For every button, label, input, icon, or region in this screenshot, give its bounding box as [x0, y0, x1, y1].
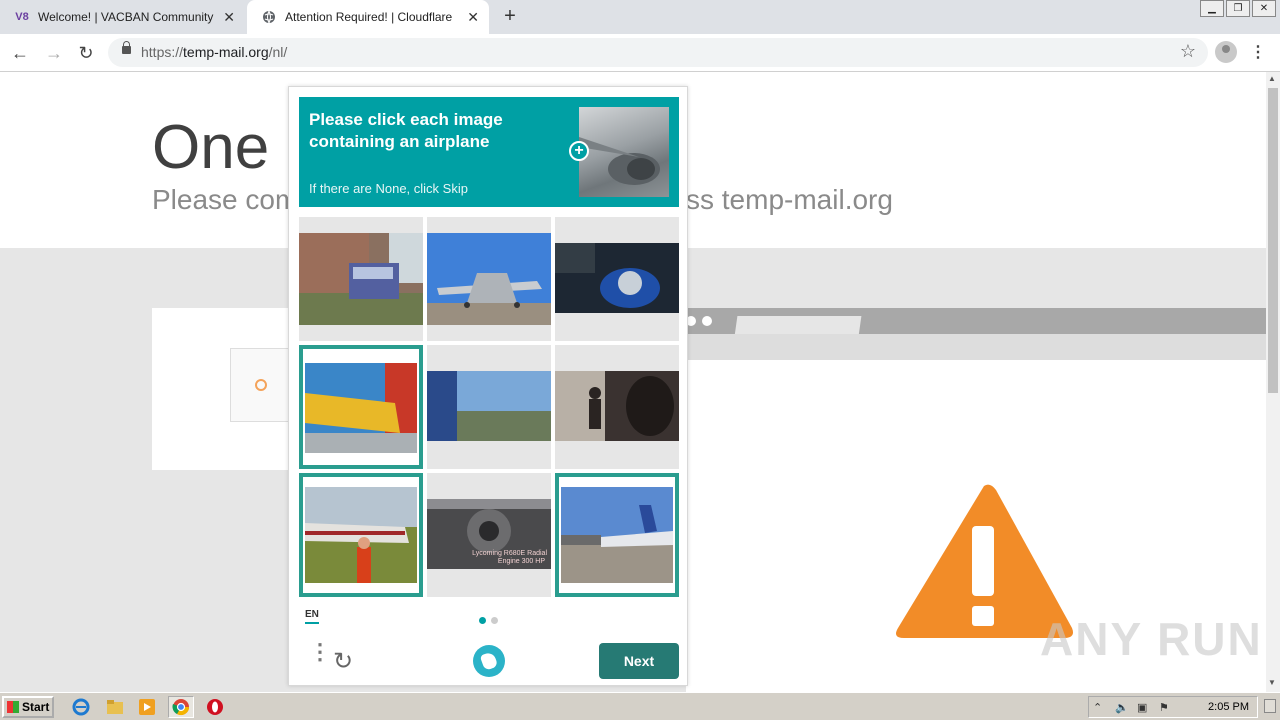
challenge-tile-8[interactable]: Lycoming R680E Radial Engine 300 HP [427, 473, 551, 597]
new-tab-button[interactable]: + [498, 4, 522, 28]
next-button[interactable]: Next [599, 643, 679, 679]
anyrun-watermark: ANY RUN [1040, 613, 1263, 665]
tab-title: Attention Required! | Cloudflare [285, 10, 453, 24]
minimize-button[interactable]: ▁ [1200, 0, 1224, 17]
engine-image: Lycoming R680E Radial Engine 300 HP [427, 499, 551, 569]
close-tab-icon[interactable]: ✕ [467, 9, 479, 26]
lock-icon [122, 41, 131, 54]
ie-icon[interactable] [72, 698, 90, 716]
engine-caption: Lycoming R680E Radial [472, 550, 547, 557]
chrome-icon [172, 699, 190, 716]
illustration-browser-toolbar [686, 334, 1266, 362]
challenge-tile-4[interactable] [299, 345, 423, 469]
page-subtitle-left: Please com [152, 184, 299, 215]
globe-icon [261, 9, 277, 25]
challenge-prompt: Please click each image containing an ai… [309, 110, 503, 151]
show-desktop-button[interactable] [1264, 699, 1276, 713]
browser-menu-icon[interactable]: ⋮ [1250, 42, 1266, 62]
profile-avatar[interactable] [1215, 41, 1237, 63]
page-subtitle-right: ss temp-mail.org [686, 184, 893, 215]
folder-icon[interactable] [106, 698, 124, 716]
forward-button[interactable]: → [42, 41, 66, 65]
window-dot [702, 316, 712, 326]
challenge-hint: If there are None, click Skip [309, 181, 468, 196]
bookmark-star-icon[interactable]: ☆ [1180, 41, 1196, 62]
challenge-prompt-header: Please click each image containing an ai… [299, 97, 679, 207]
start-button[interactable]: Start [2, 696, 54, 718]
clock[interactable]: 2:05 PM [1208, 701, 1249, 713]
windows-taskbar: Start ⌃ 🔈 ▣ ⚑ 2:05 PM [0, 692, 1280, 720]
tab-title: Welcome! | VACBAN Community [38, 10, 214, 24]
challenge-tile-2[interactable] [427, 217, 551, 341]
restore-button[interactable]: ❐ [1226, 0, 1250, 17]
close-tab-icon[interactable]: ✕ [223, 9, 235, 26]
page-indicator-active [479, 617, 486, 624]
page-heading: One r [152, 113, 308, 182]
illustration-browser-tab [734, 316, 862, 336]
language-selector[interactable]: EN [305, 609, 319, 624]
challenge-tile-7[interactable] [299, 473, 423, 597]
challenge-tile-6[interactable] [555, 345, 679, 469]
window-controls: ▁ ❐ ✕ [1200, 0, 1276, 17]
person-image [555, 371, 679, 441]
challenge-tile-1[interactable] [299, 217, 423, 341]
engine-caption: Engine 300 HP [498, 558, 545, 565]
scroll-thumb[interactable] [1268, 88, 1278, 393]
tab-strip: V8 Welcome! | VACBAN Community ✕ Attenti… [0, 0, 1280, 34]
address-bar[interactable]: https://temp-mail.org/nl/ ☆ [108, 38, 1208, 67]
tab-vacban[interactable]: V8 Welcome! | VACBAN Community ✕ [0, 0, 245, 34]
scroll-down-icon[interactable]: ▼ [1268, 678, 1276, 687]
volume-icon[interactable]: 🔈 [1115, 701, 1129, 714]
captcha-menu-icon[interactable]: ⋮ [309, 641, 331, 663]
tab-cloudflare[interactable]: Attention Required! | Cloudflare ✕ [247, 0, 489, 34]
hcaptcha-checkbox[interactable] [230, 348, 290, 422]
network-icon[interactable]: ▣ [1137, 701, 1151, 714]
challenge-tile-3[interactable] [555, 217, 679, 341]
media-player-icon[interactable] [138, 698, 156, 716]
example-image [579, 107, 669, 197]
scroll-up-icon[interactable]: ▲ [1268, 74, 1276, 83]
bus-image [299, 233, 423, 325]
loading-spinner-icon [255, 379, 267, 391]
airplane-image [427, 233, 551, 325]
chrome-taskbar-button[interactable] [168, 696, 194, 718]
airplane-image [305, 487, 417, 583]
refresh-challenge-icon[interactable]: ↻ [333, 647, 353, 676]
hcaptcha-logo-icon [473, 645, 505, 677]
airplane-image [561, 487, 673, 583]
tray-expand-icon[interactable]: ⌃ [1093, 701, 1107, 714]
url-text: https://temp-mail.org/nl/ [141, 44, 288, 60]
challenge-tile-5[interactable] [427, 345, 551, 469]
expand-example-icon[interactable]: + [569, 141, 589, 161]
close-window-button[interactable]: ✕ [1252, 0, 1276, 17]
train-image [427, 371, 551, 441]
airplane-image [305, 363, 417, 453]
browser-toolbar: ← → ↻ https://temp-mail.org/nl/ ☆ ⋮ [0, 34, 1280, 72]
system-tray: ⌃ 🔈 ▣ ⚑ 2:05 PM [1088, 696, 1258, 718]
opera-icon[interactable] [206, 698, 224, 716]
action-center-flag-icon[interactable]: ⚑ [1159, 701, 1173, 714]
page-indicator [491, 617, 498, 624]
back-button[interactable]: ← [8, 41, 32, 65]
challenge-tile-9[interactable] [555, 473, 679, 597]
page-scrollbar[interactable]: ▲ ▼ [1266, 72, 1280, 692]
hcaptcha-challenge: Please click each image containing an ai… [288, 86, 688, 686]
vacban-favicon: V8 [15, 11, 29, 23]
reload-button[interactable]: ↻ [74, 41, 98, 65]
motorcycle-image [555, 243, 679, 313]
